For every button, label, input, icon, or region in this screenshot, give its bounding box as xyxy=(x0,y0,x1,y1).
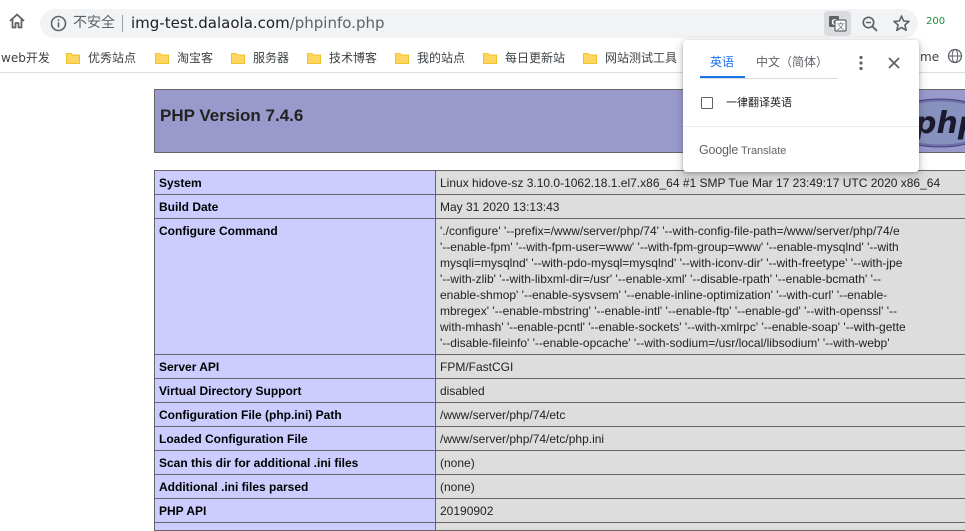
table-row: Additional .ini files parsed (none) xyxy=(155,475,965,499)
bookmark-folder-servers[interactable]: 服务器 xyxy=(231,47,289,67)
browser-toolbar: 不安全 img-test.dalaola.com/phpinfo.php G 文… xyxy=(0,0,965,42)
row-key: Virtual Directory Support xyxy=(155,379,436,403)
table-row: System Linux hidove-sz 3.10.0-1062.18.1.… xyxy=(155,171,965,195)
folder-icon xyxy=(307,52,321,63)
address-bar[interactable]: 不安全 img-test.dalaola.com/phpinfo.php G 文 xyxy=(40,9,918,38)
php-info-table: System Linux hidove-sz 3.10.0-1062.18.1.… xyxy=(154,170,965,531)
zoom-out-icon xyxy=(861,15,879,33)
home-button[interactable] xyxy=(4,8,30,34)
row-key: Build Date xyxy=(155,195,436,219)
row-value: /www/server/php/74/etc/php.ini xyxy=(436,427,965,451)
google-wordmark: Google xyxy=(699,143,738,157)
bookmark-label: 服务器 xyxy=(253,49,289,66)
translate-icon: G 文 xyxy=(824,11,851,36)
tab-source-language[interactable]: 英语 xyxy=(710,54,734,70)
svg-text:文: 文 xyxy=(837,21,845,31)
row-value: disabled xyxy=(436,379,965,403)
security-status[interactable]: 不安全 xyxy=(73,14,115,33)
folder-icon xyxy=(583,52,597,63)
bookmark-folder-site-test-tools[interactable]: 网站测试工具 xyxy=(583,47,677,67)
folder-icon xyxy=(66,52,80,63)
table-row: Virtual Directory Support disabled xyxy=(155,379,965,403)
always-translate-label[interactable]: 一律翻译英语 xyxy=(726,95,792,110)
row-value: May 31 2020 13:13:43 xyxy=(436,195,965,219)
bookmark-label: 优秀站点 xyxy=(88,49,136,66)
extension-badge[interactable]: 200 xyxy=(926,16,945,28)
url-path: /phpinfo.php xyxy=(290,14,385,32)
active-tab-indicator xyxy=(700,76,745,78)
table-row: Configure Command './configure' '--prefi… xyxy=(155,219,965,355)
page-title: PHP Version 7.4.6 xyxy=(160,106,303,126)
info-icon xyxy=(50,15,67,32)
google-translate-branding: Google Translate xyxy=(699,143,786,158)
site-info-button[interactable] xyxy=(50,15,67,32)
translate-wordmark: Translate xyxy=(741,145,786,157)
row-key: Configuration File (php.ini) Path xyxy=(155,403,436,427)
table-row xyxy=(155,523,965,531)
bookmark-label: 技术博客 xyxy=(329,49,377,66)
bookmark-label: 我的站点 xyxy=(417,49,465,66)
url-host: img-test.dalaola.com xyxy=(131,14,290,32)
row-value: /www/server/php/74/etc xyxy=(436,403,965,427)
translate-popup: 英语 中文（简体） 一律翻译英语 Google Translate xyxy=(683,40,919,172)
url-text[interactable]: img-test.dalaola.com/phpinfo.php xyxy=(131,14,385,33)
row-key: Scan this dir for additional .ini files xyxy=(155,451,436,475)
bookmark-me[interactable]: me xyxy=(920,47,939,67)
zoom-button[interactable] xyxy=(861,15,879,33)
home-icon xyxy=(4,8,30,34)
bookmark-label: 每日更新站 xyxy=(505,49,565,66)
star-icon xyxy=(892,14,911,33)
bookmark-overflow[interactable] xyxy=(947,46,963,66)
bookmark-label: 网站测试工具 xyxy=(605,49,677,66)
php-logo-text: php xyxy=(914,106,965,141)
row-value xyxy=(436,523,965,531)
tab-divider xyxy=(700,78,838,79)
table-row: Configuration File (php.ini) Path /www/s… xyxy=(155,403,965,427)
close-icon xyxy=(885,54,903,72)
folder-icon xyxy=(483,52,497,63)
row-value: (none) xyxy=(436,475,965,499)
row-key: Loaded Configuration File xyxy=(155,427,436,451)
table-row: Build Date May 31 2020 13:13:43 xyxy=(155,195,965,219)
row-key xyxy=(155,523,436,531)
bookmark-star-button[interactable] xyxy=(892,14,911,33)
bookmark-label: web开发 xyxy=(1,49,50,66)
row-value: Linux hidove-sz 3.10.0-1062.18.1.el7.x86… xyxy=(436,171,965,195)
row-value: (none) xyxy=(436,451,965,475)
configure-command-text: './configure' '--prefix=/www/server/php/… xyxy=(440,223,965,351)
row-value: FPM/FastCGI xyxy=(436,355,965,379)
folder-icon xyxy=(155,52,169,63)
tab-target-language[interactable]: 中文（简体） xyxy=(756,54,828,70)
always-translate-checkbox[interactable] xyxy=(701,97,713,109)
row-key: Additional .ini files parsed xyxy=(155,475,436,499)
more-vert-icon xyxy=(853,54,869,72)
row-key: Configure Command xyxy=(155,219,436,355)
bookmark-folder-tech-blogs[interactable]: 技术博客 xyxy=(307,47,377,67)
table-row: Scan this dir for additional .ini files … xyxy=(155,451,965,475)
folder-icon xyxy=(395,52,409,63)
table-row: Server API FPM/FastCGI xyxy=(155,355,965,379)
bookmark-folder-taobaoke[interactable]: 淘宝客 xyxy=(155,47,213,67)
bookmark-web-dev[interactable]: web开发 xyxy=(1,47,50,67)
translate-page-button[interactable]: G 文 xyxy=(824,11,851,36)
bookmark-label: 淘宝客 xyxy=(177,49,213,66)
popup-divider xyxy=(683,126,919,127)
row-key: Server API xyxy=(155,355,436,379)
globe-icon xyxy=(947,48,963,64)
bookmark-folder-daily-updates[interactable]: 每日更新站 xyxy=(483,47,565,67)
folder-icon xyxy=(231,52,245,63)
bookmark-folder-excellent-sites[interactable]: 优秀站点 xyxy=(66,47,136,67)
omnibox-separator xyxy=(122,15,123,32)
row-value-multiline: './configure' '--prefix=/www/server/php/… xyxy=(436,219,965,355)
table-row: Loaded Configuration File /www/server/ph… xyxy=(155,427,965,451)
translate-options-button[interactable] xyxy=(853,54,869,72)
bookmark-folder-my-sites[interactable]: 我的站点 xyxy=(395,47,465,67)
row-key: System xyxy=(155,171,436,195)
translate-close-button[interactable] xyxy=(885,54,903,72)
bookmark-label: me xyxy=(920,50,939,64)
